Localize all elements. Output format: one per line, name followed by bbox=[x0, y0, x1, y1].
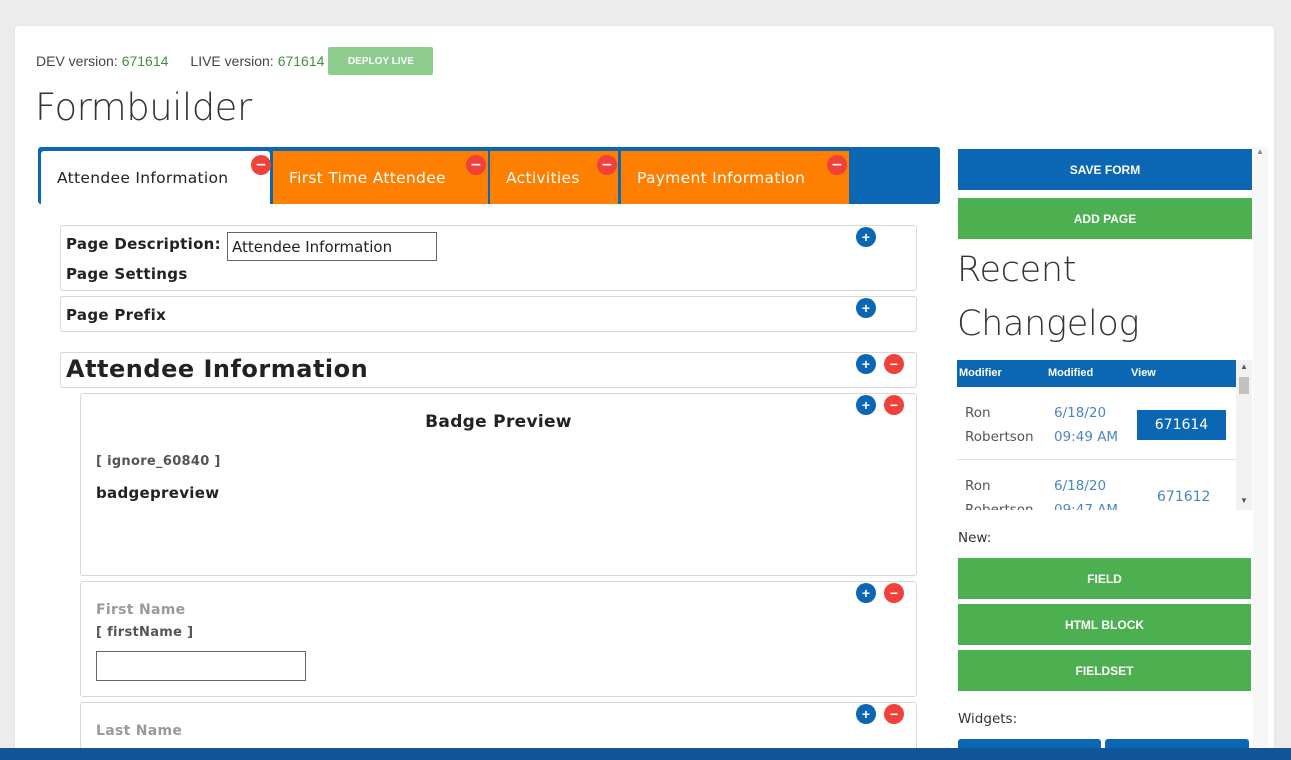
remove-tab-icon[interactable]: − bbox=[251, 155, 271, 175]
plus-circle-icon[interactable]: + bbox=[856, 298, 876, 318]
remove-tab-icon[interactable]: − bbox=[466, 155, 486, 175]
first-name-key: [ firstName ] bbox=[96, 625, 194, 640]
page-tabs: Attendee Information − First Time Attend… bbox=[38, 147, 940, 204]
modifier-first: Ron bbox=[965, 478, 991, 494]
modifier-last: Robertson bbox=[965, 502, 1034, 510]
tab-label: Activities bbox=[506, 168, 580, 187]
tab-payment-information[interactable]: Payment Information − bbox=[621, 151, 849, 204]
modifier-last: Robertson bbox=[965, 429, 1034, 445]
scroll-thumb[interactable] bbox=[1239, 377, 1249, 394]
modified-date: 6/18/20 09:49 AM bbox=[1054, 401, 1118, 449]
remove-tab-icon[interactable]: − bbox=[597, 155, 617, 175]
changelog-row: Ron Robertson 6/18/20 09:49 AM 671614 bbox=[957, 387, 1236, 460]
scroll-up-icon[interactable]: ▲ bbox=[1256, 147, 1264, 156]
first-name-label: First Name bbox=[96, 602, 186, 618]
tab-label: Attendee Information bbox=[57, 168, 229, 187]
changelog-header: Modifier Modified View bbox=[957, 360, 1236, 387]
changelog-row: Ron Robertson 6/18/20 09:47 AM 671612 bbox=[957, 460, 1236, 510]
dev-version-value: 671614 bbox=[121, 53, 169, 69]
badge-preview-key: [ ignore_60840 ] bbox=[96, 454, 221, 469]
tab-first-time-attendee[interactable]: First Time Attendee − bbox=[273, 151, 488, 204]
first-name-input[interactable] bbox=[96, 651, 306, 681]
page-scrollbar[interactable]: ▲ bbox=[1253, 147, 1268, 747]
minus-circle-icon[interactable]: − bbox=[884, 354, 904, 374]
fieldset-title: Attendee Information bbox=[66, 355, 369, 383]
plus-circle-icon[interactable]: + bbox=[856, 395, 876, 415]
widgets-label: Widgets: bbox=[958, 711, 1018, 727]
page-title: Formbuilder bbox=[35, 86, 252, 129]
changelog-scrollbar[interactable]: ▲ ▼ bbox=[1236, 360, 1252, 510]
tab-label: Payment Information bbox=[637, 168, 806, 187]
changelog-heading-line1: Recent bbox=[957, 250, 1077, 290]
plus-circle-icon[interactable]: + bbox=[856, 583, 876, 603]
view-version-link[interactable]: 671612 bbox=[1157, 489, 1210, 505]
page-description-input[interactable] bbox=[227, 232, 437, 261]
remove-tab-icon[interactable]: − bbox=[827, 155, 847, 175]
minus-circle-icon[interactable]: − bbox=[884, 395, 904, 415]
new-label: New: bbox=[958, 530, 992, 546]
modified-day: 6/18/20 bbox=[1054, 405, 1107, 421]
scroll-down-icon[interactable]: ▼ bbox=[1240, 496, 1248, 505]
save-form-button[interactable]: SAVE FORM bbox=[958, 149, 1252, 190]
badge-preview-content: badgepreview bbox=[96, 484, 220, 502]
badge-preview-title: Badge Preview bbox=[425, 412, 572, 432]
column-view: View bbox=[1131, 367, 1156, 379]
column-modifier: Modifier bbox=[959, 367, 1002, 379]
view-version-button[interactable]: 671614 bbox=[1137, 410, 1226, 440]
modifier-name: Ron Robertson bbox=[965, 401, 1034, 449]
minus-circle-icon[interactable]: − bbox=[884, 704, 904, 724]
modified-time: 09:47 AM bbox=[1054, 502, 1119, 510]
changelog-table: Modifier Modified View Ron Robertson 6/1… bbox=[957, 360, 1236, 510]
new-field-button[interactable]: FIELD bbox=[958, 558, 1251, 599]
modifier-first: Ron bbox=[965, 405, 991, 421]
plus-circle-icon[interactable]: + bbox=[856, 704, 876, 724]
dev-version-label: DEV version: bbox=[36, 53, 118, 69]
tab-attendee-information[interactable]: Attendee Information − bbox=[41, 151, 271, 204]
scroll-up-icon[interactable]: ▲ bbox=[1240, 362, 1248, 371]
live-version-label: LIVE version: bbox=[190, 53, 274, 69]
changelog-heading-line2: Changelog bbox=[957, 304, 1140, 344]
last-name-label: Last Name bbox=[96, 723, 183, 739]
modified-day: 6/18/20 bbox=[1054, 478, 1107, 494]
page-settings-label: Page Settings bbox=[66, 265, 188, 283]
modified-time: 09:49 AM bbox=[1054, 429, 1119, 445]
new-html-block-button[interactable]: HTML BLOCK bbox=[958, 604, 1251, 645]
page-description-label: Page Description: bbox=[66, 235, 221, 253]
deploy-live-button[interactable]: DEPLOY LIVE bbox=[328, 47, 434, 75]
version-bar: DEV version: 671614 LIVE version: 671614… bbox=[36, 47, 434, 75]
tab-label: First Time Attendee bbox=[289, 168, 446, 187]
plus-circle-icon[interactable]: + bbox=[856, 227, 876, 247]
minus-circle-icon[interactable]: − bbox=[884, 583, 904, 603]
column-modified: Modified bbox=[1048, 367, 1094, 379]
new-fieldset-button[interactable]: FIELDSET bbox=[958, 650, 1251, 691]
tab-activities[interactable]: Activities − bbox=[490, 151, 618, 204]
live-version-value: 671614 bbox=[277, 53, 325, 69]
footer-bar bbox=[0, 748, 1291, 760]
page-prefix-panel bbox=[60, 296, 917, 332]
modifier-name: Ron Robertson bbox=[965, 474, 1034, 510]
plus-circle-icon[interactable]: + bbox=[856, 354, 876, 374]
page-prefix-label: Page Prefix bbox=[66, 306, 167, 324]
modified-date: 6/18/20 09:47 AM bbox=[1054, 474, 1118, 510]
add-page-button[interactable]: ADD PAGE bbox=[958, 198, 1252, 239]
